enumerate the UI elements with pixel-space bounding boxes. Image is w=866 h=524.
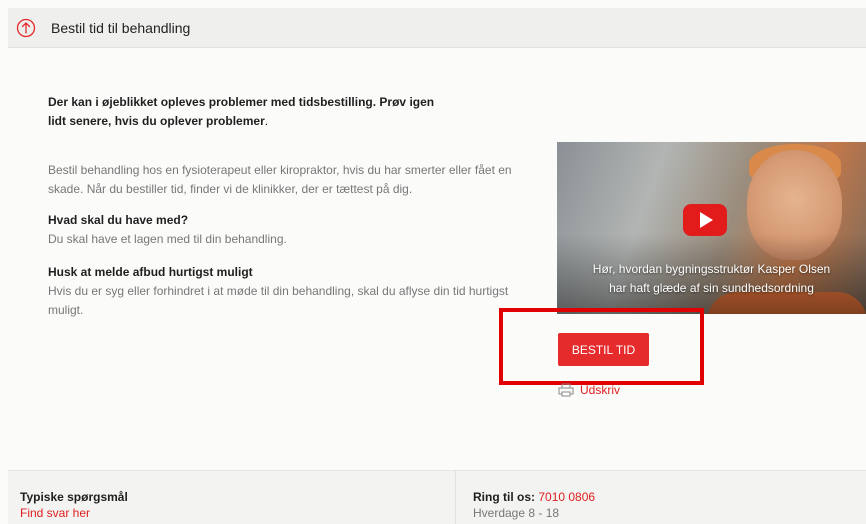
section-heading: Hvad skal du have med?	[48, 213, 189, 227]
arrow-up-circle-icon[interactable]	[16, 18, 36, 38]
phone-link[interactable]: 7010 0806	[538, 490, 595, 504]
page-title: Bestil tid til behandling	[51, 19, 191, 36]
book-appointment-button[interactable]: BESTIL TID	[558, 333, 649, 366]
section-text: Du skal have et lagen med til din behand…	[48, 232, 287, 246]
section-heading: Husk at melde afbud hurtigst muligt	[48, 265, 253, 279]
opening-hours: Hverdage 8 - 18	[473, 506, 560, 520]
video-caption-line: har haft glæde af sin sundhedsordning	[609, 281, 814, 295]
call-label: Ring til os:	[473, 490, 535, 504]
video-player[interactable]: Hør, hvordan bygningsstruktør Kasper Ols…	[557, 142, 866, 314]
contact-block: Ring til os: 7010 0806 Hverdage 8 - 18	[473, 489, 595, 521]
intro-text: Bestil behandling hos en fysioterapeut e…	[48, 163, 512, 196]
footer-divider	[455, 471, 456, 524]
contact-line: Ring til os: 7010 0806	[473, 489, 595, 505]
video-caption: Hør, hvordan bygningsstruktør Kasper Ols…	[557, 260, 866, 298]
notice-period: .	[264, 114, 269, 128]
print-label: Udskriv	[580, 383, 621, 397]
faq-link[interactable]: Find svar her	[20, 505, 128, 521]
page: Bestil tid til behandling Der kan i øjeb…	[0, 0, 866, 524]
faq-block: Typiske spørgsmål Find svar her	[20, 489, 128, 521]
notice-text: Der kan i øjeblikket opleves problemer m…	[48, 95, 435, 128]
faq-title: Typiske spørgsmål	[20, 490, 128, 504]
section-text: Hvis du er syg eller forhindret i at mød…	[48, 284, 509, 317]
play-icon[interactable]	[683, 204, 727, 236]
print-link[interactable]: Udskriv	[558, 383, 620, 397]
footer: Typiske spørgsmål Find svar her Ring til…	[8, 470, 866, 524]
warning-notice: Der kan i øjeblikket opleves problemer m…	[48, 93, 448, 131]
video-caption-line: Hør, hvordan bygningsstruktør Kasper Ols…	[592, 262, 831, 276]
printer-icon	[558, 383, 574, 397]
header-bar: Bestil tid til behandling	[8, 8, 866, 48]
